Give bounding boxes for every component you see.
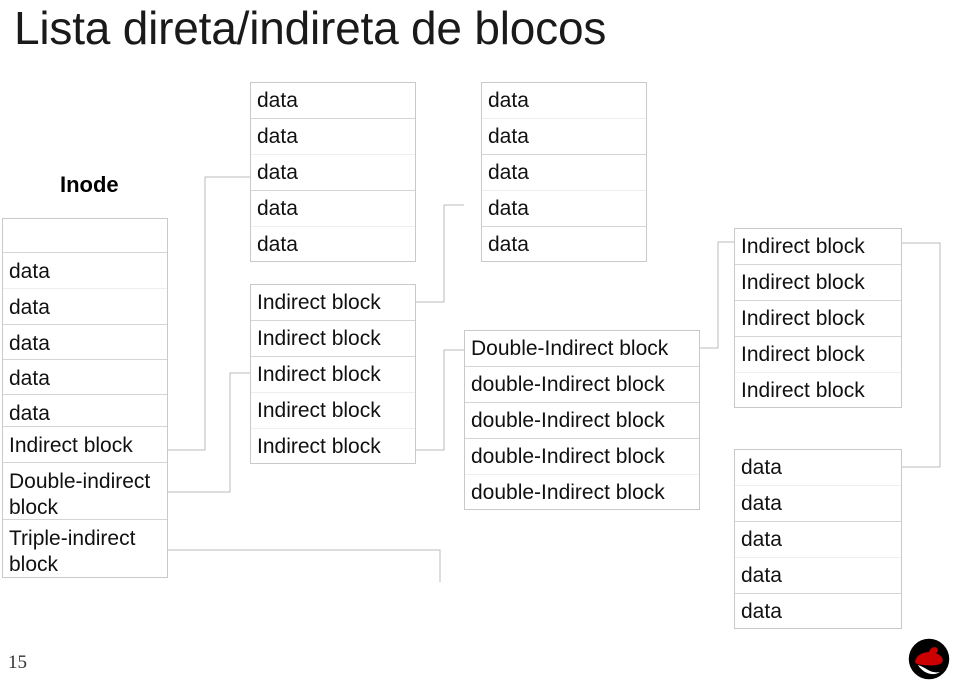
level3-data-table: data data data data data <box>734 449 902 629</box>
inode-row-triple-indirect: Triple-indirect block <box>9 527 136 576</box>
level1-indirect-row-3: Indirect block <box>251 357 415 393</box>
red-hat-shadowman-logo <box>908 638 950 680</box>
level3-indirect-row-5: Indirect block <box>741 379 865 402</box>
level3-data-row-2: data <box>735 486 901 522</box>
inode-table: data data data data data Indirect block … <box>2 218 168 578</box>
level2-double-row-4: double-Indirect block <box>465 439 699 475</box>
level3-data-row-1: data <box>735 450 901 486</box>
level2-data-table: data data data data data <box>481 82 647 262</box>
wire-triple-stub <box>168 549 441 582</box>
level2-data-row-1: data <box>482 83 646 119</box>
level3-indirect-row-3: Indirect block <box>735 301 901 337</box>
inode-label: Inode <box>60 172 119 197</box>
wire-indirect-to-data <box>168 176 252 451</box>
level1-data-row-5: data <box>257 233 298 256</box>
wire-double-to-indirect <box>168 372 252 493</box>
inode-row-data-3: data <box>3 325 167 360</box>
wire-l1-to-double <box>416 349 464 451</box>
wire-l3indirect-to-l3data <box>902 242 941 468</box>
level3-data-row-3: data <box>735 522 901 558</box>
inode-row-empty <box>3 219 167 253</box>
level1-indirect-row-4: Indirect block <box>251 393 415 429</box>
level1-data-row-3: data <box>251 155 415 191</box>
inode-row-double-indirect: Double-indirect block <box>3 463 167 520</box>
level2-data-row-5: data <box>488 233 529 256</box>
level3-indirect-table: Indirect block Indirect block Indirect b… <box>734 228 902 408</box>
level1-indirect-table: Indirect block Indirect block Indirect b… <box>250 284 416 464</box>
level3-data-row-4: data <box>735 558 901 594</box>
slide-canvas: Lista direta/indireta de blocos Inode da… <box>0 0 960 685</box>
level2-double-row-1: Double-Indirect block <box>465 331 699 367</box>
level3-data-row-5: data <box>741 600 782 623</box>
inode-row-data-5: data <box>3 395 167 427</box>
level1-data-row-2: data <box>251 119 415 155</box>
level1-data-row-1: data <box>251 83 415 119</box>
wire-l1indirect-to-l2data <box>416 204 464 303</box>
inode-row-data-4: data <box>3 360 167 395</box>
level2-data-row-2: data <box>482 119 646 155</box>
wire-double-to-l3indirect <box>700 241 734 349</box>
level1-indirect-row-1: Indirect block <box>251 285 415 321</box>
level2-double-row-3: double-Indirect block <box>465 403 699 439</box>
page-number: 15 <box>8 652 27 673</box>
inode-row-data-1: data <box>3 253 167 289</box>
inode-row-data-2: data <box>3 289 167 325</box>
level2-double-row-2: double-Indirect block <box>465 367 699 403</box>
level2-double-row-5: double-Indirect block <box>471 481 665 504</box>
level2-double-indirect-table: Double-Indirect block double-Indirect bl… <box>464 330 700 510</box>
level1-indirect-row-5: Indirect block <box>257 435 381 458</box>
inode-row-indirect: Indirect block <box>3 427 167 463</box>
level1-indirect-row-2: Indirect block <box>251 321 415 357</box>
level2-data-row-4: data <box>482 191 646 227</box>
level3-indirect-row-4: Indirect block <box>735 337 901 373</box>
page-title: Lista direta/indireta de blocos <box>14 2 607 54</box>
level3-indirect-row-2: Indirect block <box>735 265 901 301</box>
level2-data-row-3: data <box>482 155 646 191</box>
level1-data-table: data data data data data <box>250 82 416 262</box>
level1-data-row-4: data <box>251 191 415 227</box>
level3-indirect-row-1: Indirect block <box>735 229 901 265</box>
